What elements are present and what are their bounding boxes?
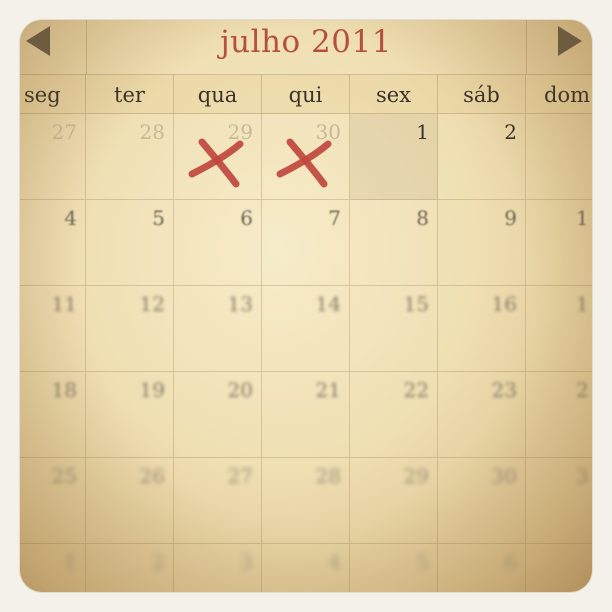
day-number: 6 — [240, 206, 253, 230]
day-number: 30 — [491, 464, 517, 488]
day-cell[interactable]: 1 — [526, 286, 592, 372]
day-cell[interactable]: 30 — [438, 458, 526, 544]
calendar-header: julho 2011 — [20, 20, 592, 75]
day-number: 14 — [315, 292, 341, 316]
weekday-qui: qui — [262, 75, 350, 113]
weekday-sex: sex — [350, 75, 438, 113]
day-number: 19 — [139, 378, 165, 402]
day-number: 13 — [227, 292, 253, 316]
day-number: 28 — [315, 464, 341, 488]
day-number: 11 — [51, 292, 77, 316]
day-number: 2 — [152, 550, 165, 574]
day-number: 2 — [576, 378, 589, 402]
day-cell[interactable]: 27 — [174, 458, 262, 544]
day-cell[interactable]: 29 — [350, 458, 438, 544]
day-number: 27 — [51, 120, 77, 144]
day-cell[interactable]: 25 — [20, 458, 86, 544]
day-number: 8 — [416, 206, 429, 230]
day-number: 1 — [576, 206, 589, 230]
day-cell[interactable]: 13 — [174, 286, 262, 372]
x-mark-icon — [276, 138, 332, 188]
day-cell[interactable]: 1 — [350, 114, 438, 200]
day-number: 4 — [328, 550, 341, 574]
day-cell[interactable]: 3 — [174, 544, 262, 592]
day-number: 16 — [491, 292, 517, 316]
day-cell[interactable]: 26 — [86, 458, 174, 544]
x-mark-icon — [188, 138, 244, 188]
day-cell[interactable]: 9 — [438, 200, 526, 286]
day-cell[interactable]: 2 — [526, 372, 592, 458]
day-number: 4 — [64, 206, 77, 230]
month-title: julho 2011 — [220, 24, 392, 60]
weekday-seg: seg — [20, 75, 86, 113]
day-cell[interactable]: 27 — [20, 114, 86, 200]
day-number: 5 — [152, 206, 165, 230]
day-cell[interactable]: 1 — [526, 200, 592, 286]
day-cell[interactable] — [526, 114, 592, 200]
day-number: 21 — [315, 378, 341, 402]
next-month-arrow-icon[interactable] — [558, 26, 582, 56]
day-cell[interactable]: 2 — [86, 544, 174, 592]
day-cell[interactable] — [526, 544, 592, 592]
day-cell[interactable]: 30 — [262, 114, 350, 200]
day-cell[interactable]: 22 — [350, 372, 438, 458]
day-number: 9 — [504, 206, 517, 230]
weekday-dom: dom — [526, 75, 592, 113]
day-cell[interactable]: 2 — [438, 114, 526, 200]
day-number: 12 — [139, 292, 165, 316]
weekday-sáb: sáb — [438, 75, 526, 113]
day-cell[interactable]: 1 — [20, 544, 86, 592]
day-cell[interactable]: 20 — [174, 372, 262, 458]
day-number: 15 — [403, 292, 429, 316]
day-number: 18 — [51, 378, 77, 402]
day-number: 6 — [504, 550, 517, 574]
day-cell[interactable]: 18 — [20, 372, 86, 458]
weekday-qua: qua — [174, 75, 262, 113]
day-number: 25 — [51, 464, 77, 488]
day-cell[interactable]: 21 — [262, 372, 350, 458]
day-number: 5 — [416, 550, 429, 574]
day-number: 23 — [491, 378, 517, 402]
day-cell[interactable]: 28 — [262, 458, 350, 544]
day-number: 28 — [139, 120, 165, 144]
calendar-frame: julho 2011 seg ter qua qui sex sáb dom 27 28 29 3… — [20, 20, 592, 592]
day-cell[interactable]: 8 — [350, 200, 438, 286]
day-cell[interactable]: 3 — [526, 458, 592, 544]
day-cell[interactable]: 7 — [262, 200, 350, 286]
day-number: 2 — [504, 120, 517, 144]
weekday-row: seg ter qua qui sex sáb dom — [20, 75, 592, 114]
day-number: 22 — [403, 378, 429, 402]
day-number: 7 — [328, 206, 341, 230]
day-number: 20 — [227, 378, 253, 402]
day-cell[interactable]: 5 — [350, 544, 438, 592]
day-number: 26 — [139, 464, 165, 488]
day-number: 1 — [576, 292, 589, 316]
day-number: 1 — [64, 550, 77, 574]
day-cell[interactable]: 28 — [86, 114, 174, 200]
day-number: 29 — [403, 464, 429, 488]
day-cell[interactable]: 4 — [20, 200, 86, 286]
day-number: 27 — [227, 464, 253, 488]
day-number: 3 — [240, 550, 253, 574]
day-number: 3 — [576, 464, 589, 488]
day-cell[interactable]: 19 — [86, 372, 174, 458]
day-cell[interactable]: 4 — [262, 544, 350, 592]
day-cell[interactable]: 12 — [86, 286, 174, 372]
day-number: 1 — [416, 120, 429, 144]
day-cell[interactable]: 6 — [438, 544, 526, 592]
day-cell[interactable]: 11 — [20, 286, 86, 372]
day-cell[interactable]: 6 — [174, 200, 262, 286]
header-divider — [526, 20, 527, 74]
day-cell[interactable]: 16 — [438, 286, 526, 372]
day-cell[interactable]: 29 — [174, 114, 262, 200]
day-cell[interactable]: 15 — [350, 286, 438, 372]
day-cell[interactable]: 23 — [438, 372, 526, 458]
day-cell[interactable]: 14 — [262, 286, 350, 372]
weekday-ter: ter — [86, 75, 174, 113]
day-cell[interactable]: 5 — [86, 200, 174, 286]
